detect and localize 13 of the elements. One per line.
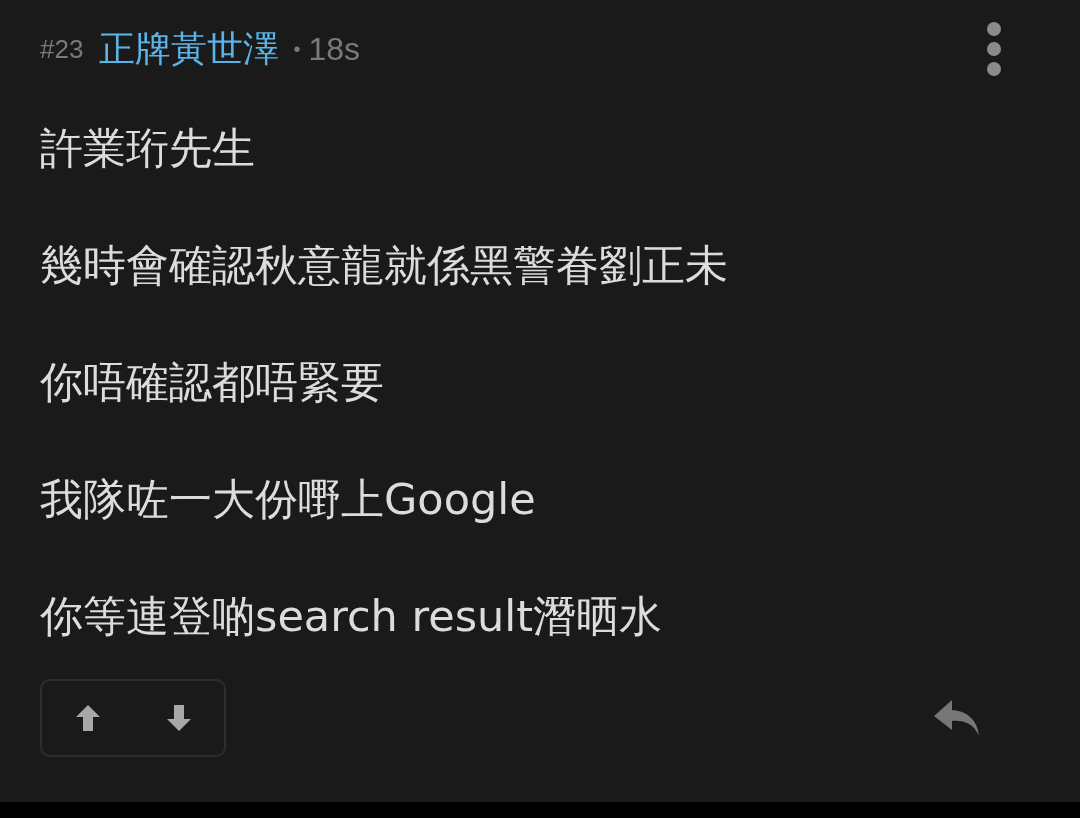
author-name[interactable]: 正牌黃世澤: [99, 22, 280, 76]
comment-line: 幾時會確認秋意龍就係黑警眷劉正未: [40, 240, 729, 290]
comment-line: 你唔確認都唔緊要: [40, 357, 385, 407]
post-number: #23: [40, 32, 84, 66]
comment-line: 我隊咗一大份嘢上Google: [40, 474, 537, 524]
separator-dot: •: [293, 37, 301, 62]
reply-icon[interactable]: [932, 698, 980, 738]
down-arrow-icon: [165, 704, 192, 732]
more-menu-icon[interactable]: [986, 21, 1002, 77]
comment-line: 許業珩先生: [40, 123, 256, 173]
up-arrow-icon: [74, 704, 101, 732]
post-time: 18s: [308, 30, 360, 69]
comment-line: 你等連登啲search result潛晒水: [40, 591, 664, 641]
